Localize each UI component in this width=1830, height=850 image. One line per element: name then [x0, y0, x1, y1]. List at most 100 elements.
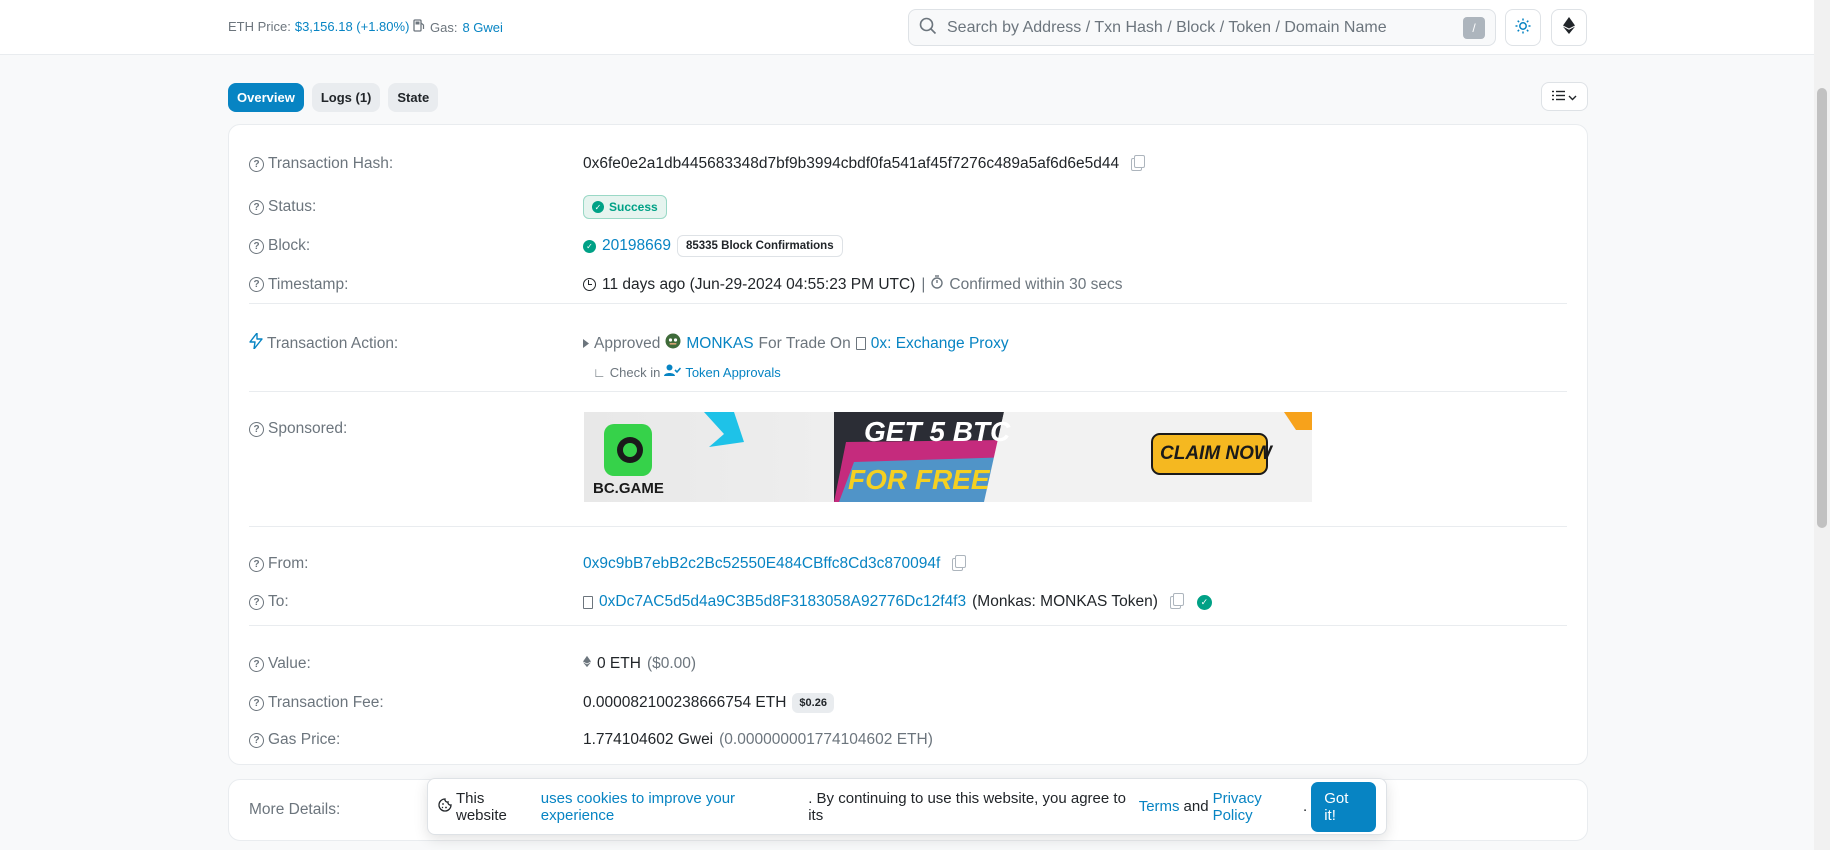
- search-bar[interactable]: Search by Address / Txn Hash / Block / T…: [908, 9, 1496, 46]
- timestamp-label: Timestamp:: [268, 275, 349, 293]
- scrollbar-thumb[interactable]: [1817, 88, 1827, 528]
- value-usd: ($0.00): [646, 655, 697, 672]
- tx-hash-value: 0x6fe0e2a1db445683348d7bf9b3994cbdf0fa54…: [583, 155, 1120, 172]
- lightning-icon: [249, 332, 263, 354]
- cookie-text-2: . By continuing to use this website, you…: [808, 789, 1126, 824]
- contract-icon: [855, 337, 866, 350]
- more-details-label: More Details:: [249, 801, 341, 818]
- network-switch-button[interactable]: [1551, 9, 1587, 46]
- chevron-down-icon: [1568, 88, 1577, 105]
- sponsored-banner[interactable]: BC.GAME GET 5 BTC FOR FREE CLAIM NOW: [584, 412, 1312, 502]
- row-tx-action: Transaction Action: Approved MONKAS For …: [249, 332, 1567, 380]
- help-icon: ?: [249, 238, 264, 254]
- status-text: Success: [609, 200, 658, 214]
- tx-fee-value: 0.000082100238666754 ETH: [583, 694, 787, 711]
- action-for-trade: For Trade On: [758, 334, 851, 352]
- caret-right-icon: [583, 335, 589, 353]
- help-icon: ?: [249, 656, 264, 672]
- value-eth: 0 ETH: [597, 655, 641, 672]
- gas-price-gwei: 1.774104602 Gwei: [583, 731, 714, 748]
- token-link[interactable]: MONKAS: [686, 335, 753, 353]
- help-icon: ?: [249, 277, 264, 292]
- tx-tabs: Overview Logs (1) State: [228, 83, 439, 112]
- eth-price: ETH Price: $3,156.18 (+1.80%): [228, 19, 409, 34]
- check-circle-icon: ✓: [592, 201, 604, 213]
- row-value: ? Value: 0 ETH ($0.00): [249, 655, 1567, 673]
- gas-label: Gas:: [430, 19, 458, 35]
- ethereum-icon: [583, 655, 591, 673]
- from-label: From:: [268, 555, 309, 572]
- cookie-text-1: This website: [456, 789, 507, 824]
- tx-fee-label: Transaction Fee:: [268, 694, 384, 711]
- stopwatch-icon: [931, 275, 944, 294]
- divider: [249, 625, 1567, 626]
- tab-logs[interactable]: Logs (1): [311, 83, 381, 112]
- terms-link[interactable]: Terms: [1139, 798, 1180, 815]
- to-label: To:: [268, 593, 289, 610]
- contract-icon: [583, 595, 593, 609]
- gas-pump-icon: [413, 19, 425, 35]
- copy-icon[interactable]: [1169, 592, 1184, 609]
- exchange-link[interactable]: 0x: Exchange Proxy: [871, 335, 1009, 353]
- separator: |: [921, 275, 926, 293]
- privacy-policy-link[interactable]: Privacy Policy: [1213, 790, 1303, 824]
- cookie-banner: This website uses cookies to improve you…: [427, 778, 1387, 835]
- from-address-link[interactable]: 0x9c9bB7ebB2c2Bc52550E484CBffc8Cd3c87009…: [583, 555, 940, 573]
- page-scrollbar[interactable]: [1814, 0, 1830, 850]
- token-approvals-link[interactable]: Token Approvals: [685, 365, 780, 380]
- divider: [249, 526, 1567, 527]
- tree-branch-icon: ∟: [593, 364, 606, 380]
- cookie-accept-button[interactable]: Got it!: [1311, 781, 1376, 832]
- row-block: ? Block: ✓ 20198669 85335 Block Confirmat…: [249, 235, 1567, 257]
- eth-price-label: ETH Price:: [228, 19, 291, 34]
- gas-price-eth: (0.000000001774104602 ETH): [719, 731, 933, 748]
- to-address-link[interactable]: 0xDc7AC5d5d4a9C3B5d8F3183058A92776Dc12f4…: [599, 593, 966, 611]
- divider: [249, 391, 1567, 392]
- row-timestamp: ? Timestamp: 11 days ago (Jun-29-2024 04:…: [249, 275, 1567, 294]
- confirmed-within: Confirmed within 30 secs: [949, 275, 1123, 293]
- gas-value[interactable]: 8 Gwei: [462, 20, 502, 35]
- status-label: Status:: [268, 198, 317, 215]
- help-icon: ?: [249, 156, 264, 172]
- view-options-button[interactable]: [1541, 82, 1588, 111]
- copy-icon[interactable]: [952, 554, 967, 571]
- sponsored-label: Sponsored:: [268, 420, 348, 437]
- theme-toggle-button[interactable]: [1505, 9, 1541, 46]
- value-label: Value:: [268, 655, 311, 672]
- help-icon: ?: [249, 199, 264, 215]
- banner-cta[interactable]: CLAIM NOW: [1160, 443, 1272, 465]
- eth-price-value[interactable]: $3,156.18 (+1.80%): [295, 19, 410, 34]
- cookie-icon: [438, 797, 452, 816]
- banner-headline-1: GET 5 BTC: [864, 416, 1011, 447]
- banner-brand: BC.GAME: [593, 480, 664, 497]
- clock-icon: [583, 278, 596, 291]
- copy-icon[interactable]: [1131, 154, 1146, 171]
- search-input[interactable]: Search by Address / Txn Hash / Block / T…: [947, 19, 1463, 37]
- status-badge: ✓ Success: [583, 195, 667, 219]
- block-number-link[interactable]: 20198669: [602, 237, 671, 255]
- help-icon: ?: [249, 594, 264, 610]
- ethereum-icon: [1563, 17, 1575, 38]
- cookie-policy-link[interactable]: uses cookies to improve your experience: [541, 790, 804, 824]
- sun-icon: [1515, 18, 1531, 38]
- block-label: Block:: [268, 237, 311, 254]
- row-status: ? Status: ✓ Success: [249, 195, 1567, 219]
- check-circle-icon: ✓: [583, 239, 596, 253]
- row-to: ? To: 0xDc7AC5d5d4a9C3B5d8F3183058A92776D…: [249, 592, 1567, 611]
- divider: [249, 303, 1567, 304]
- gas-price-label: Gas Price:: [268, 731, 341, 748]
- token-logo-icon: [665, 333, 681, 354]
- search-shortcut-key: /: [1463, 16, 1485, 39]
- tab-state[interactable]: State: [388, 83, 439, 112]
- row-gas-price: ? Gas Price: 1.774104602 Gwei (0.00000000…: [249, 731, 1567, 749]
- verified-icon: ✓: [1196, 594, 1212, 610]
- tab-overview[interactable]: Overview: [228, 83, 304, 112]
- help-icon: ?: [249, 421, 264, 437]
- cookie-text-end: .: [1303, 798, 1308, 815]
- row-tx-fee: ? Transaction Fee: 0.000082100238666754 E…: [249, 693, 1567, 713]
- tx-action-label: Transaction Action:: [267, 334, 399, 352]
- confirmations-badge: 85335 Block Confirmations: [676, 235, 843, 257]
- row-from: ? From: 0x9c9bB7ebB2c2Bc52550E484CBffc8Cd…: [249, 554, 1567, 573]
- help-icon: ?: [249, 695, 264, 711]
- help-icon: ?: [249, 556, 264, 572]
